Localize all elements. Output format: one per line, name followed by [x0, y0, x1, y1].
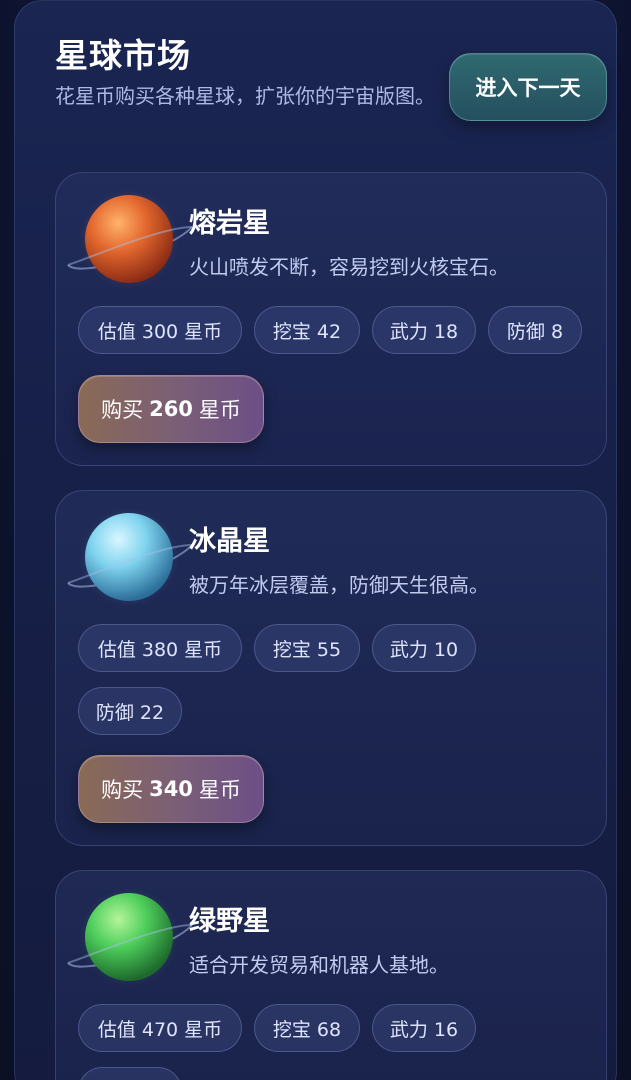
- planet-name: 熔岩星: [189, 208, 270, 239]
- next-day-button[interactable]: 进入下一天: [449, 53, 607, 121]
- stat-chip-power: 武力 10: [372, 624, 476, 672]
- page-title: 星球市场: [55, 36, 191, 75]
- market-panel: 星球市场 花星币购买各种星球，扩张你的宇宙版图。 进入下一天 熔岩星 火山喷发不…: [14, 0, 617, 1080]
- stat-chip-treasure: 挖宝 68: [254, 1004, 360, 1052]
- stat-chip-treasure: 挖宝 42: [254, 306, 360, 354]
- buy-price: 340: [149, 777, 193, 801]
- green-planet-icon: [62, 885, 194, 985]
- buy-button[interactable]: 购买 260 星币: [78, 375, 264, 443]
- page-subtitle: 花星币购买各种星球，扩张你的宇宙版图。: [55, 84, 435, 108]
- planet-description: 适合开发贸易和机器人基地。: [189, 953, 449, 977]
- stat-chip-value: 估值 470 星币: [78, 1004, 242, 1052]
- buy-label: 购买: [101, 778, 144, 802]
- planet-card-lava: 熔岩星 火山喷发不断，容易挖到火核宝石。 估值 300 星币 挖宝 42 武力 …: [55, 172, 607, 466]
- market-header: 星球市场 花星币购买各种星球，扩张你的宇宙版图。 进入下一天: [55, 29, 615, 149]
- buy-label: 购买: [101, 398, 144, 422]
- ice-planet-icon: [62, 505, 194, 605]
- planet-name: 冰晶星: [189, 526, 270, 557]
- planet-description: 被万年冰层覆盖，防御天生很高。: [189, 573, 489, 597]
- planet-card-ice: 冰晶星 被万年冰层覆盖，防御天生很高。 估值 380 星币 挖宝 55 武力 1…: [55, 490, 607, 846]
- stat-chip-defense: [78, 1067, 182, 1080]
- lava-planet-icon: [62, 187, 194, 287]
- buy-button[interactable]: 购买 340 星币: [78, 755, 264, 823]
- star-market-screen: 星球市场 花星币购买各种星球，扩张你的宇宙版图。 进入下一天 熔岩星 火山喷发不…: [0, 0, 631, 1080]
- planet-card-green: 绿野星 适合开发贸易和机器人基地。 估值 470 星币 挖宝 68 武力 16: [55, 870, 607, 1080]
- planet-name: 绿野星: [189, 906, 270, 937]
- planet-description: 火山喷发不断，容易挖到火核宝石。: [189, 255, 509, 279]
- buy-currency: 星币: [198, 398, 241, 422]
- stat-chip-defense: 防御 22: [78, 687, 182, 735]
- stat-chip-power: 武力 18: [372, 306, 476, 354]
- stat-chip-value: 估值 300 星币: [78, 306, 242, 354]
- stat-chip-defense: 防御 8: [488, 306, 582, 354]
- stat-chip-power: 武力 16: [372, 1004, 476, 1052]
- stat-chip-treasure: 挖宝 55: [254, 624, 360, 672]
- stat-chip-value: 估值 380 星币: [78, 624, 242, 672]
- buy-currency: 星币: [198, 778, 241, 802]
- buy-price: 260: [149, 397, 193, 421]
